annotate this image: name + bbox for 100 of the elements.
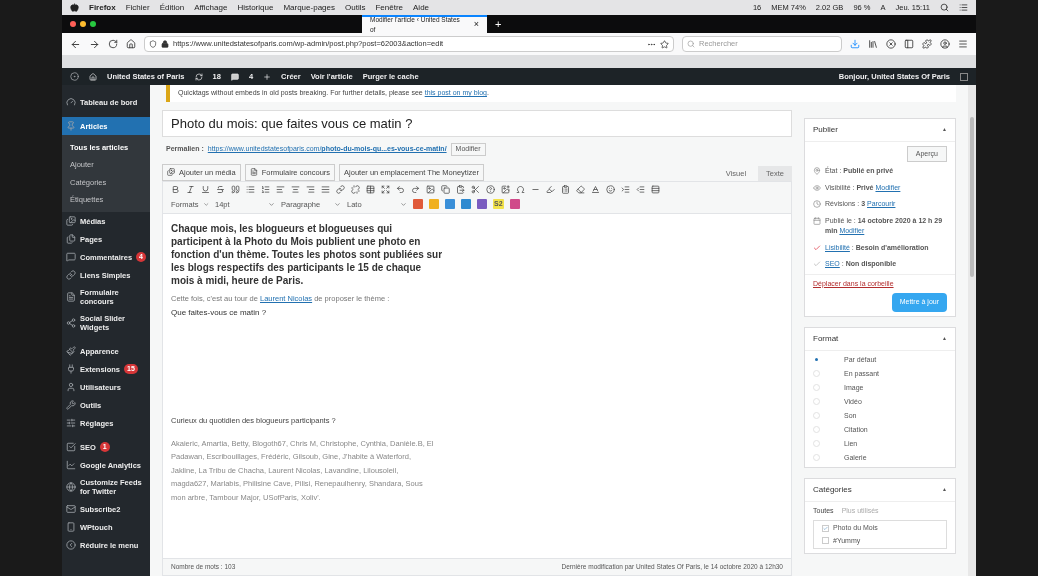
form-icon: [249, 168, 258, 177]
image-icon[interactable]: [501, 184, 510, 194]
dashboard-icon: [66, 97, 76, 107]
home-icon[interactable]: [126, 39, 136, 49]
comment-icon[interactable]: [230, 72, 239, 81]
outdent-icon[interactable]: [636, 184, 645, 194]
refresh-icon[interactable]: [194, 72, 203, 81]
comment-icon: [66, 252, 76, 262]
plugin-icon[interactable]: [477, 199, 487, 210]
media-icon: [66, 216, 76, 226]
align-justify-icon[interactable]: [321, 184, 330, 194]
help-icon[interactable]: [486, 184, 495, 194]
calendar-icon: [813, 216, 821, 225]
menu-icon[interactable]: [958, 39, 968, 49]
eraser-icon[interactable]: [576, 184, 585, 194]
shield-icon[interactable]: [149, 40, 157, 48]
media-icon: [167, 168, 175, 177]
image-icon[interactable]: [426, 184, 435, 194]
download-icon[interactable]: [850, 39, 860, 49]
box-title: Publier: [813, 123, 838, 136]
lock-icon: [161, 40, 169, 48]
menu-item[interactable]: Affichage: [194, 1, 228, 14]
menu-item[interactable]: Fenêtre: [375, 1, 403, 14]
rows-icon[interactable]: [651, 184, 660, 194]
forward-icon[interactable]: [89, 38, 100, 50]
menu-item[interactable]: Outils: [345, 1, 366, 14]
bullet-list-icon[interactable]: [246, 184, 255, 194]
box-title: Format: [813, 332, 839, 345]
form-icon: [66, 292, 76, 302]
caret-icon: [400, 200, 407, 208]
align-left-icon[interactable]: [276, 184, 285, 194]
highlight-icon[interactable]: [546, 184, 555, 194]
checkbox[interactable]: [822, 524, 829, 532]
strikethrough-icon[interactable]: [216, 184, 225, 194]
align-right-icon[interactable]: [306, 184, 315, 194]
wrench-icon: [66, 400, 76, 410]
expand-icon[interactable]: [381, 184, 390, 194]
clipboard-icon[interactable]: [561, 184, 570, 194]
check-icon: [66, 442, 76, 452]
menu-item[interactable]: Aide: [413, 1, 430, 14]
phone-icon: [66, 522, 76, 532]
plugin-icon[interactable]: [445, 199, 455, 210]
indent-icon[interactable]: [621, 184, 630, 194]
pages-icon: [66, 234, 76, 244]
box-title: Catégories: [813, 483, 852, 496]
search-icon[interactable]: [940, 3, 949, 12]
brush-icon: [66, 346, 76, 356]
new-tab-button[interactable]: +: [487, 15, 510, 33]
caret-icon: [202, 200, 209, 208]
omega-icon[interactable]: [516, 184, 525, 194]
caret-icon: [268, 200, 275, 208]
cut-icon[interactable]: [471, 184, 480, 194]
align-center-icon[interactable]: [291, 184, 300, 194]
plugin-icon[interactable]: [413, 199, 423, 210]
reload-icon[interactable]: [108, 39, 118, 49]
collapse-icon: [66, 540, 76, 550]
globe-icon: [66, 482, 76, 492]
plus-icon[interactable]: [263, 72, 272, 81]
text-color-icon[interactable]: [591, 184, 600, 194]
menu-item[interactable]: Fichier: [125, 1, 150, 14]
caret-icon: [334, 200, 341, 208]
circle-x-icon[interactable]: [886, 39, 896, 49]
menu-item[interactable]: Firefox: [89, 1, 116, 14]
apple-icon[interactable]: [70, 3, 79, 12]
undo-icon[interactable]: [396, 184, 405, 194]
settings-icon: [66, 418, 76, 428]
plugin-icon[interactable]: [509, 199, 520, 210]
logo-icon[interactable]: [70, 72, 79, 81]
underline-icon[interactable]: [201, 184, 210, 194]
plugin-icon[interactable]: [461, 199, 471, 210]
checkbox[interactable]: [822, 537, 829, 545]
eye-icon: [813, 183, 821, 192]
redo-icon[interactable]: [411, 184, 420, 194]
numbered-list-icon[interactable]: [261, 184, 270, 194]
star-icon[interactable]: [660, 39, 669, 49]
copy-icon[interactable]: [441, 184, 450, 194]
unlink-icon[interactable]: [351, 184, 360, 194]
search-icon: [687, 40, 695, 48]
chart-icon: [66, 460, 76, 470]
library-icon[interactable]: [868, 39, 878, 49]
table-icon[interactable]: [366, 184, 375, 194]
sidebar-icon[interactable]: [904, 39, 914, 49]
menu-item[interactable]: Marque-pages: [283, 1, 335, 14]
smiley-icon[interactable]: [606, 184, 615, 194]
account-icon[interactable]: [940, 39, 950, 49]
quote-icon[interactable]: [231, 184, 240, 194]
share-icon: [66, 318, 76, 328]
menu-item[interactable]: Historique: [237, 1, 274, 14]
mail-icon: [66, 504, 76, 514]
user-icon: [66, 382, 76, 392]
italic-icon[interactable]: [186, 184, 195, 194]
title-field[interactable]: Photo du mois: que faites vous ce matin ?: [162, 109, 792, 137]
extension-icon[interactable]: [922, 39, 932, 49]
back-icon[interactable]: [70, 38, 81, 50]
paste-icon[interactable]: [456, 184, 465, 194]
bold-icon[interactable]: [171, 184, 180, 194]
menu-item[interactable]: Édition: [159, 1, 185, 14]
pin-icon: [66, 121, 76, 131]
link-icon[interactable]: [336, 184, 345, 194]
menu-icon[interactable]: [959, 3, 968, 12]
